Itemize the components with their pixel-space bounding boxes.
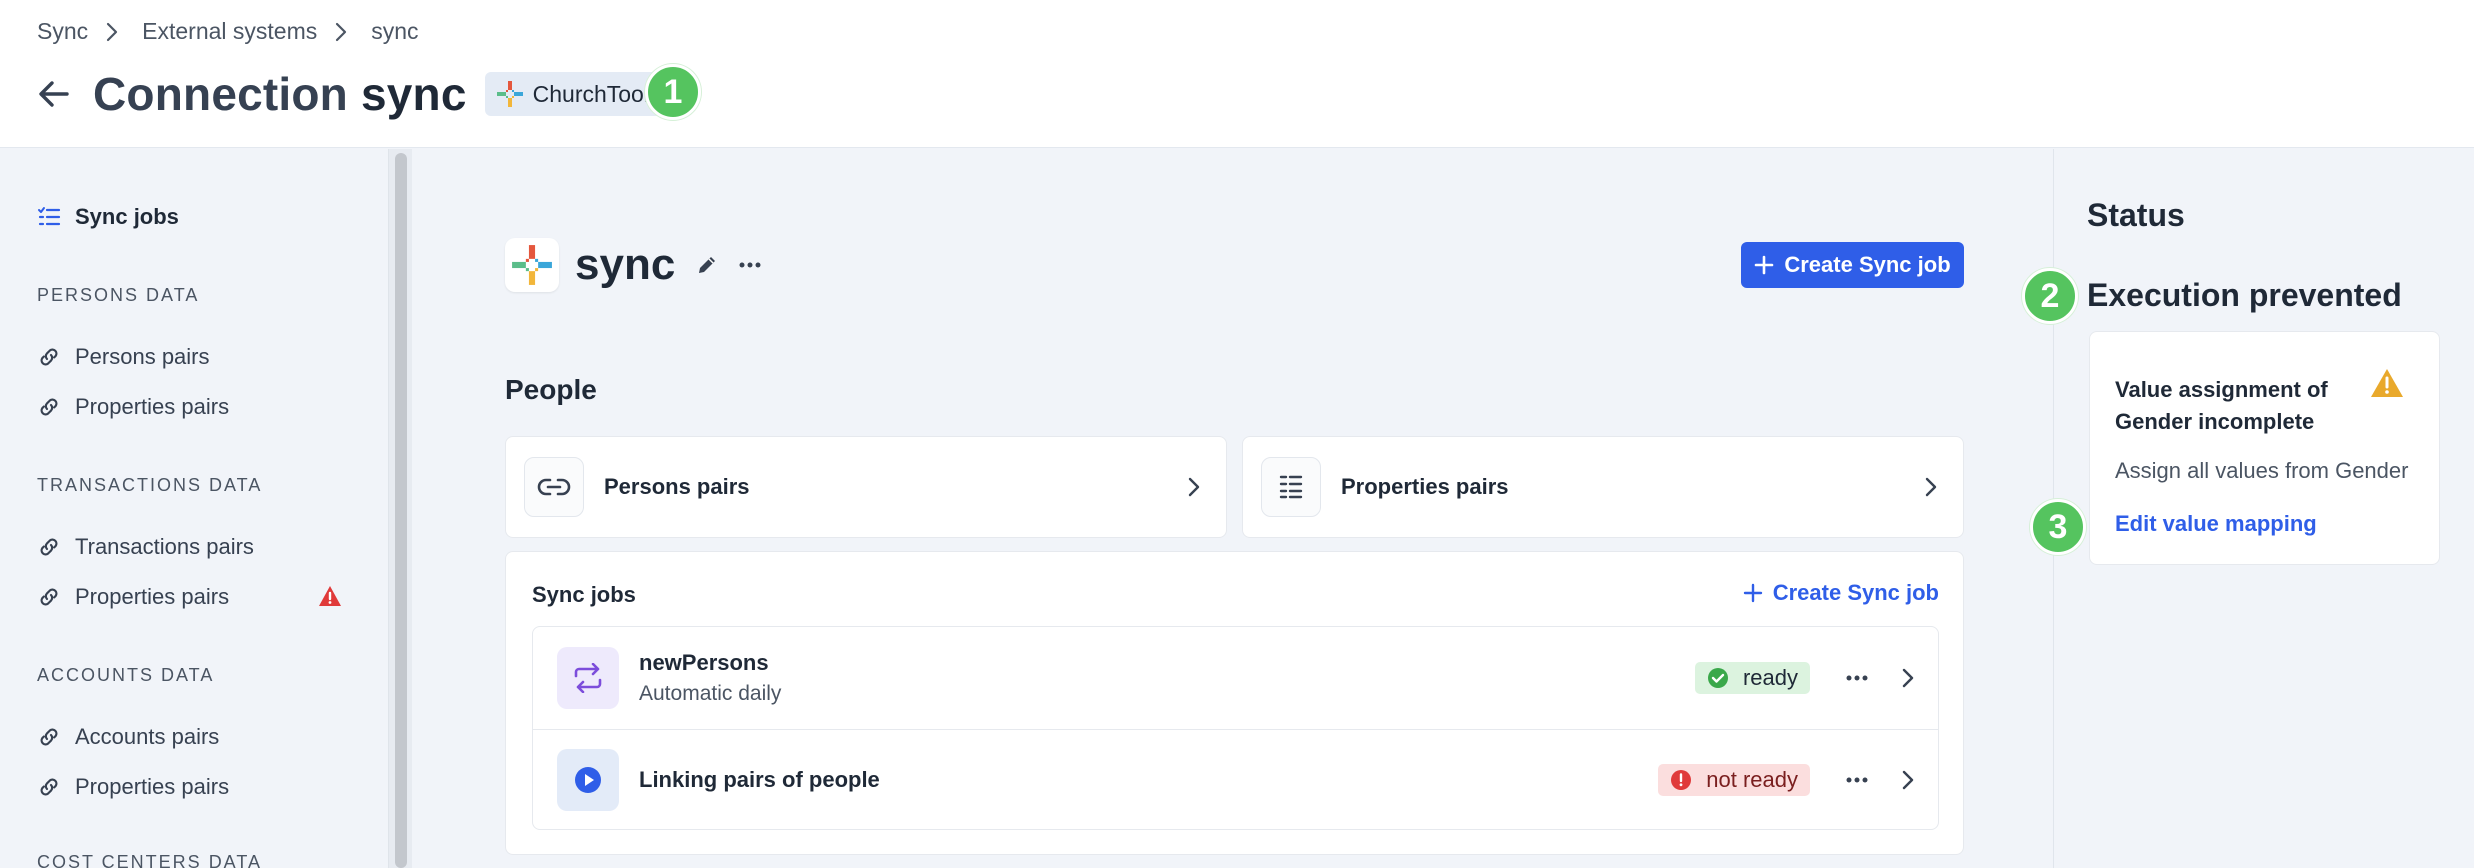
link-icon [40,538,58,556]
chevron-right-icon[interactable] [1902,770,1914,790]
card-label: Persons pairs [604,474,750,499]
execution-state: Execution prevented [2087,277,2402,313]
job-schedule: Automatic daily [639,681,782,705]
job-name: Linking pairs of people [639,767,880,792]
sidebar-heading-accounts: ACCOUNTS DATA [37,665,215,685]
sync-logo [505,238,559,292]
sidebar-heading-persons: PERSONS DATA [37,285,200,305]
page-header: Sync External systems sync Connection sy… [0,0,2474,148]
link-icon [40,398,58,416]
sync-name: sync [575,240,676,289]
link-icon [40,728,58,746]
list-icon [38,207,61,226]
breadcrumb-current: sync [371,18,419,44]
sync-jobs-panel: Sync jobs Create Sync job newPersons Aut… [505,551,1964,855]
warning-icon [2371,369,2403,397]
sidebar: Sync jobs PERSONS DATA Persons pairs Pro… [0,149,388,868]
chevron-right-icon [1188,477,1208,497]
page-title: Connection sync [93,68,467,120]
sidebar-scrollbar[interactable] [388,149,412,868]
card-properties-pairs[interactable]: Properties pairs [1242,436,1964,538]
sidebar-item-transactions-pairs[interactable]: Transactions pairs [37,531,254,563]
system-badge-label: ChurchTools [532,80,661,107]
breadcrumb-sync[interactable]: Sync [37,18,88,45]
breadcrumb-external-systems[interactable]: External systems [142,18,317,45]
plus-icon [1743,583,1762,603]
job-name: newPersons [639,649,769,675]
more-options-icon[interactable] [1846,777,1868,783]
link-icon [524,457,584,517]
status-badge-ready: ready [1694,661,1810,694]
sidebar-heading-cost-centers: COST CENTERS DATA [37,852,263,868]
link-icon [40,348,58,366]
sync-job-row[interactable]: Linking pairs of people not ready [533,729,1938,830]
callout-2: 2 [2022,268,2078,324]
callout-1: 1 [645,64,701,120]
sidebar-item-accounts-pairs[interactable]: Accounts pairs [37,721,219,753]
sidebar-item-persons-properties-pairs[interactable]: Properties pairs [37,391,229,423]
chevron-right-icon [335,20,349,44]
edit-value-mapping-link[interactable]: Edit value mapping [2115,511,2317,537]
sync-jobs-title: Sync jobs [532,582,636,607]
card-persons-pairs[interactable]: Persons pairs [505,436,1227,538]
edit-pencil-icon[interactable] [695,253,719,277]
callout-3: 3 [2030,499,2086,555]
breadcrumb: Sync External systems sync [37,18,419,45]
issue-heading: Value assignment of Gender incomplete [2115,377,2328,434]
chevron-right-icon [106,20,120,44]
repeat-icon [557,646,619,709]
chevron-right-icon [1925,477,1945,497]
table-list-icon [1261,457,1321,517]
churchtools-logo-icon [496,81,523,107]
status-badge-not-ready: not ready [1658,764,1810,796]
card-label: Properties pairs [1341,474,1509,499]
status-issue-card: Value assignment of Gender incomplete As… [2089,331,2440,565]
chevron-right-icon[interactable] [1902,668,1914,688]
sidebar-item-transactions-properties-pairs[interactable]: Properties pairs [37,581,347,613]
section-title-people: People [505,374,597,405]
sidebar-item-accounts-properties-pairs[interactable]: Properties pairs [37,771,229,803]
more-options-icon[interactable] [1846,675,1868,681]
sidebar-heading-transactions: TRANSACTIONS DATA [37,475,263,495]
sidebar-item-persons-pairs[interactable]: Persons pairs [37,341,210,373]
error-warning-icon [319,586,341,606]
status-title: Status [2087,197,2185,233]
link-icon [40,778,58,796]
sidebar-item-sync-jobs[interactable]: Sync jobs [37,201,179,233]
sync-job-list: newPersons Automatic daily ready Linking… [532,626,1939,830]
plus-icon [1755,255,1774,275]
link-icon [40,588,58,606]
back-arrow-icon[interactable] [37,77,71,111]
sync-job-row[interactable]: newPersons Automatic daily ready [533,627,1938,728]
churchtools-logo-icon [512,245,552,285]
create-sync-job-button[interactable]: Create Sync job [1741,242,1964,288]
scrollbar-thumb[interactable] [395,153,407,868]
issue-description: Assign all values from Gender [2115,458,2409,483]
check-circle-icon [1707,667,1728,688]
play-circle-icon [557,749,619,811]
error-circle-icon [1671,770,1692,790]
more-options-icon[interactable] [739,262,761,268]
create-sync-job-link[interactable]: Create Sync job [1743,580,1939,606]
